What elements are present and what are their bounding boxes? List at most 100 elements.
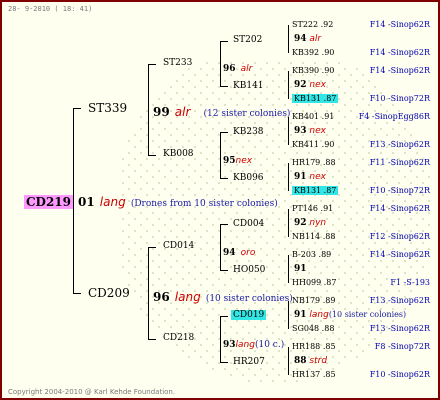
pattern-dot [380, 104, 382, 106]
pattern-dot [152, 128, 154, 130]
pattern-dot [266, 362, 268, 364]
pattern-dot [272, 356, 274, 358]
pattern-dot [344, 68, 346, 70]
pattern-dot [182, 146, 184, 148]
pattern-dot [128, 224, 130, 226]
root-id[interactable]: CD219 [24, 195, 74, 209]
pattern-dot [356, 68, 358, 70]
pattern-dot [368, 284, 370, 286]
pattern-dot [194, 134, 196, 136]
pattern-dot [374, 218, 376, 220]
pattern-dot [332, 80, 334, 82]
gen4-id[interactable]: KB401 .91 [292, 112, 334, 121]
pattern-dot [272, 212, 274, 214]
gen4-id[interactable]: KB131 .87 [292, 94, 339, 103]
gen3-node-id[interactable]: HR207 [233, 357, 265, 367]
gen3-node-id[interactable]: ST202 [233, 35, 262, 45]
pattern-dot [236, 92, 238, 94]
pattern-dot [152, 308, 154, 310]
pattern-dot [200, 272, 202, 274]
gen4-id[interactable]: HR179 .88 [292, 158, 336, 167]
pattern-dot [176, 80, 178, 82]
pattern-dot [164, 92, 166, 94]
gen4-id[interactable]: B-203 .89 [292, 250, 331, 259]
gen2-number: 96 [223, 64, 236, 74]
gen3-race: nex [309, 172, 326, 182]
gen1-bracket [73, 108, 74, 294]
gen4-code: F8 -Sinop72R [374, 342, 430, 351]
pattern-dot [266, 266, 268, 268]
gen4-id[interactable]: KB411 .90 [292, 140, 334, 149]
pattern-dot [140, 152, 142, 154]
pattern-dot [314, 182, 316, 184]
pattern-dot [290, 170, 292, 172]
pattern-dot [302, 242, 304, 244]
pattern-dot [296, 104, 298, 106]
pattern-dot [260, 248, 262, 250]
gen2-node-id[interactable]: CD014 [163, 241, 194, 251]
gen1-note: (12 sister colonies) [203, 109, 291, 119]
gen4-id[interactable]: HR188 .85 [292, 342, 336, 351]
pattern-dot [308, 104, 310, 106]
gen4-code: F13 -Sinop62R [369, 140, 430, 149]
gen4-id[interactable]: KB392 .90 [292, 48, 334, 57]
pattern-dot [362, 158, 364, 160]
pattern-dot [278, 170, 280, 172]
root-node[interactable]: CD219 [24, 191, 74, 210]
pattern-dot [260, 92, 262, 94]
pattern-dot [128, 140, 130, 142]
gen4-id[interactable]: KB390 .90 [292, 66, 334, 75]
pattern-dot [362, 302, 364, 304]
pattern-dot [338, 134, 340, 136]
gen4-id[interactable]: HH099 .87 [292, 278, 337, 287]
pattern-dot [338, 122, 340, 124]
pattern-dot [140, 284, 142, 286]
gen4-id[interactable]: SG048 .88 [292, 324, 334, 333]
gen4-id[interactable]: HR137 .85 [292, 370, 336, 379]
pattern-dot [404, 128, 406, 130]
gen3-node-id[interactable]: CD019 [231, 310, 267, 320]
gen1-node-id[interactable]: ST339 [88, 101, 127, 115]
gen4-id[interactable]: NB179 .89 [292, 296, 335, 305]
pattern-dot [356, 188, 358, 190]
pattern-dot [230, 362, 232, 364]
pattern-dot [170, 230, 172, 232]
gen4-id[interactable]: NB114 .88 [292, 232, 335, 241]
gen1-node-id[interactable]: CD209 [88, 286, 130, 300]
pattern-dot [356, 248, 358, 250]
pattern-dot [392, 272, 394, 274]
pattern-dot [344, 224, 346, 226]
gen3-node-id[interactable]: KB238 [233, 127, 264, 137]
pattern-dot [392, 200, 394, 202]
pattern-dot [194, 230, 196, 232]
pattern-dot [278, 314, 280, 316]
pattern-dot [206, 182, 208, 184]
gen4-id[interactable]: KB131 .87 [292, 186, 339, 195]
pattern-dot [350, 158, 352, 160]
pattern-dot [290, 362, 292, 364]
gen2-node-id[interactable]: KB008 [163, 149, 194, 159]
gen3-node-id[interactable]: KB096 [233, 173, 264, 183]
gen2-node-id[interactable]: CD218 [163, 333, 194, 343]
pattern-dot [410, 290, 412, 292]
pattern-dot [272, 224, 274, 226]
gen3-node-id[interactable]: CD004 [233, 219, 264, 229]
pattern-dot [284, 272, 286, 274]
pattern-dot [212, 80, 214, 82]
gen3-node-id[interactable]: KB141 [233, 81, 264, 91]
pattern-dot [284, 332, 286, 334]
pattern-dot [230, 326, 232, 328]
gen4-code: F14 -Sinop62R [369, 204, 430, 213]
pattern-dot [338, 326, 340, 328]
pattern-dot [272, 140, 274, 142]
pattern-dot [140, 164, 142, 166]
gen4-id[interactable]: ST222 .92 [292, 20, 333, 29]
gen2-node-id[interactable]: ST233 [163, 58, 192, 68]
pattern-dot [386, 122, 388, 124]
highlighted-id[interactable]: CD019 [231, 310, 267, 320]
pattern-dot [140, 308, 142, 310]
gen3-node-id[interactable]: HO050 [233, 265, 265, 275]
root-number: 01 [78, 195, 95, 209]
gen4-id[interactable]: PT146 .91 [292, 204, 333, 213]
pattern-dot [230, 230, 232, 232]
